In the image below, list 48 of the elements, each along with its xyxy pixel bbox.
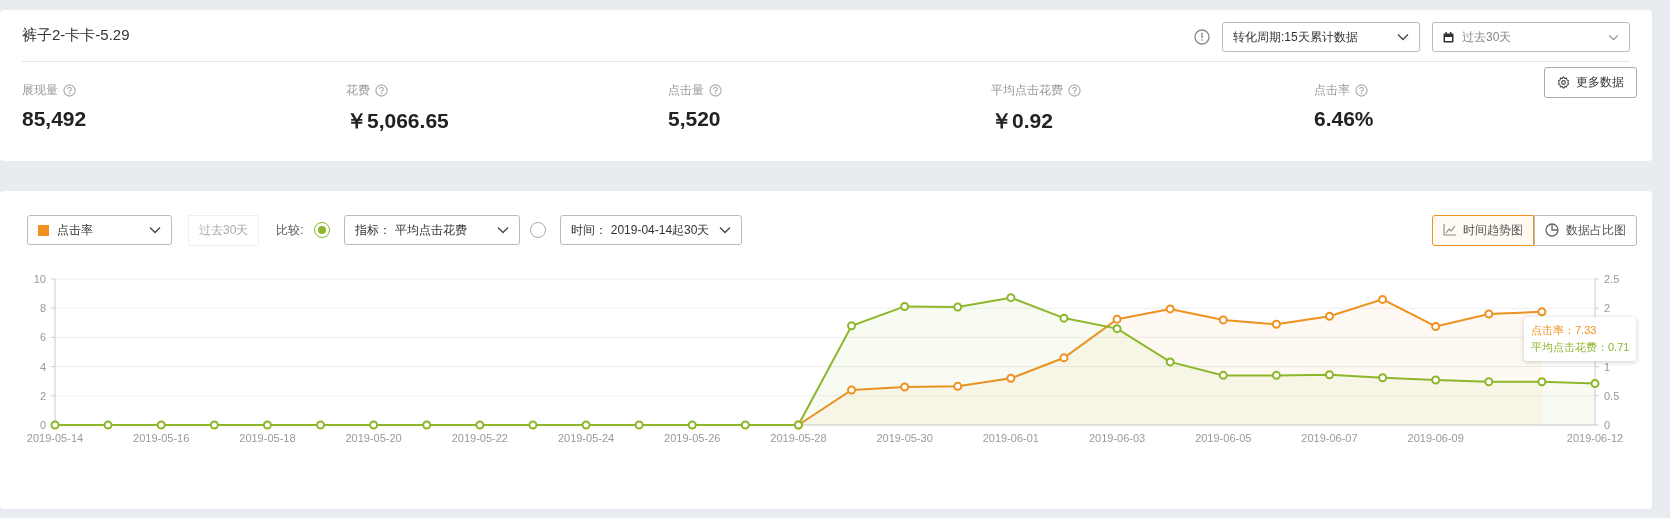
compare-select[interactable]: 指标： 平均点击花费 xyxy=(343,215,520,245)
x-axis-label: 2019-05-22 xyxy=(451,432,508,444)
metric-value: ￥0.92 xyxy=(991,108,1054,134)
y-axis-label: 6 xyxy=(39,331,46,344)
compare-label: 比较: xyxy=(276,221,304,239)
x-axis-label: 2019-06-01 xyxy=(982,432,1039,444)
y-axis-label: 4 xyxy=(39,360,46,373)
x-axis-label: 2019-06-09 xyxy=(1407,432,1464,444)
x-axis-label: 2019-06-05 xyxy=(1195,432,1252,444)
y-axis-label: 2 xyxy=(1604,302,1611,315)
x-axis-label: 2019-05-14 xyxy=(26,432,84,444)
y-axis-label: 0 xyxy=(1604,419,1611,431)
y-axis-label: 1 xyxy=(1604,360,1611,373)
y-axis-label: 8 xyxy=(39,302,46,315)
y-axis-label: 2.5 xyxy=(1604,273,1620,285)
metric-value: 5,520 xyxy=(668,107,722,131)
conversion-period-select[interactable]: 转化周期:15天累计数据 xyxy=(1222,22,1420,52)
x-axis-label: 2019-05-30 xyxy=(876,432,933,444)
x-axis-label: 2019-05-26 xyxy=(664,432,721,444)
metric-value: 85,492 xyxy=(22,107,88,131)
metric-label: 点击率 xyxy=(1314,82,1350,99)
metric-select[interactable]: 点击率 xyxy=(27,215,172,245)
x-axis-label: 2019-05-20 xyxy=(345,432,402,444)
compare-select[interactable]: 时间： 2019-04-14起30天 xyxy=(559,215,743,245)
metric-label: 点击量 xyxy=(668,82,704,99)
metric-label: 平均点击花费 xyxy=(991,82,1063,99)
y-axis-label: 10 xyxy=(33,273,46,285)
metric-value: 6.46% xyxy=(1314,107,1375,131)
tooltip-text: 平均点击花费：0.71 xyxy=(1531,340,1630,355)
campaign-title: 裤子2-卡卡-5.29 xyxy=(22,26,130,45)
x-axis-label: 2019-05-16 xyxy=(133,432,190,444)
x-axis-label: 2019-06-03 xyxy=(1088,432,1146,444)
x-axis-label: 2019-06-07 xyxy=(1301,432,1358,444)
x-axis-label: 2019-05-28 xyxy=(770,432,827,444)
metric-value: ￥5,066.65 xyxy=(346,108,450,134)
x-axis-label: 2019-06-12 xyxy=(1566,432,1624,444)
date-range-select[interactable]: 过去30天 xyxy=(1432,22,1630,52)
view-tab[interactable]: 数据占比图 xyxy=(1534,214,1637,246)
view-tab[interactable]: 时间趋势图 xyxy=(1432,214,1534,246)
more-data-button[interactable]: 更多数据 xyxy=(1544,67,1637,98)
x-axis-label: 2019-05-24 xyxy=(557,432,615,444)
x-axis-label: 2019-05-18 xyxy=(239,432,296,444)
y-axis-label: 0.5 xyxy=(1604,389,1620,402)
y-axis-label: 2 xyxy=(39,389,46,402)
metric-label: 展现量 xyxy=(22,82,58,99)
y-axis-label: 0 xyxy=(39,419,46,431)
metric-label: 花费 xyxy=(346,82,370,99)
tooltip-text: 点击率：7.33 xyxy=(1531,323,1598,338)
